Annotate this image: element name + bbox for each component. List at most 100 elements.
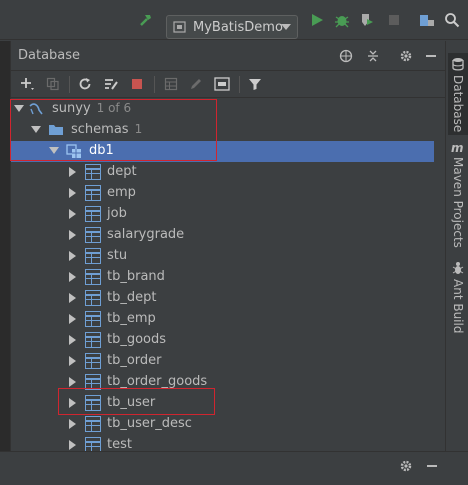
table-row[interactable]: tb_order bbox=[11, 351, 434, 372]
chevron-right-icon[interactable] bbox=[69, 230, 76, 240]
table-icon bbox=[85, 290, 101, 306]
database-icon bbox=[452, 58, 464, 71]
chevron-right-icon[interactable] bbox=[69, 251, 76, 261]
table-row[interactable]: stu bbox=[11, 246, 434, 267]
table-icon bbox=[85, 269, 101, 285]
table-icon bbox=[85, 164, 101, 180]
stop-icon[interactable] bbox=[384, 10, 404, 30]
table-icon bbox=[85, 353, 101, 369]
gear-icon[interactable] bbox=[396, 46, 416, 66]
refresh-icon[interactable] bbox=[75, 74, 95, 94]
filter-icon[interactable] bbox=[245, 74, 265, 94]
chevron-right-icon[interactable] bbox=[69, 314, 76, 324]
table-icon bbox=[85, 395, 101, 411]
table-row[interactable]: tb_order_goods bbox=[11, 372, 434, 393]
chevron-right-icon[interactable] bbox=[69, 398, 76, 408]
chevron-right-icon[interactable] bbox=[69, 209, 76, 219]
console-icon[interactable] bbox=[212, 74, 232, 94]
tab-maven-label: Maven Projects bbox=[451, 157, 465, 248]
chevron-right-icon[interactable] bbox=[69, 377, 76, 387]
table-row[interactable]: tb_user_desc bbox=[11, 414, 434, 435]
table-icon bbox=[85, 311, 101, 327]
chevron-down-icon bbox=[281, 24, 291, 30]
table-row[interactable]: tb_emp bbox=[11, 309, 434, 330]
table-icon bbox=[85, 332, 101, 348]
schema-icon bbox=[66, 144, 81, 158]
hammer-icon[interactable] bbox=[136, 10, 156, 30]
tab-ant-build[interactable]: Ant Build bbox=[448, 257, 468, 337]
schema-sync-icon[interactable] bbox=[101, 74, 121, 94]
panel-header: Database bbox=[11, 41, 445, 71]
table-name: emp bbox=[107, 185, 136, 200]
chevron-down-icon[interactable] bbox=[14, 105, 24, 112]
project-structure-icon[interactable] bbox=[417, 10, 437, 30]
panel-title: Database bbox=[18, 48, 81, 63]
table-row[interactable]: tb_brand bbox=[11, 267, 434, 288]
table-row[interactable]: emp bbox=[11, 183, 434, 204]
gear-icon[interactable] bbox=[396, 456, 416, 476]
table-row[interactable]: salarygrade bbox=[11, 225, 434, 246]
minimize-icon[interactable] bbox=[422, 456, 442, 476]
chevron-right-icon[interactable] bbox=[69, 335, 76, 345]
chevron-right-icon[interactable] bbox=[69, 188, 76, 198]
tab-maven-projects[interactable]: m Maven Projects bbox=[448, 137, 468, 252]
add-icon[interactable] bbox=[17, 74, 37, 94]
table-name: tb_order_goods bbox=[107, 374, 208, 389]
stop-icon[interactable] bbox=[127, 74, 147, 94]
table-row[interactable]: job bbox=[11, 204, 434, 225]
ant-icon bbox=[452, 262, 464, 274]
tab-database[interactable]: Database bbox=[448, 53, 468, 135]
chevron-down-icon[interactable] bbox=[31, 126, 41, 133]
tab-ant-label: Ant Build bbox=[451, 279, 465, 334]
table-name: job bbox=[107, 206, 127, 221]
maven-icon: m bbox=[451, 141, 464, 153]
table-editor-icon[interactable] bbox=[161, 74, 181, 94]
minimize-icon[interactable] bbox=[421, 46, 441, 66]
chevron-right-icon[interactable] bbox=[69, 272, 76, 282]
tree-node-datasource[interactable]: sunyy 1 of 6 bbox=[11, 99, 434, 120]
run-config-label: MyBatisDemo bbox=[193, 19, 283, 35]
table-row[interactable]: tb_goods bbox=[11, 330, 434, 351]
table-icon bbox=[85, 248, 101, 264]
chevron-down-icon[interactable] bbox=[49, 147, 59, 154]
editor-gutter bbox=[0, 41, 11, 451]
table-row[interactable]: tb_dept bbox=[11, 288, 434, 309]
edit-icon[interactable] bbox=[186, 74, 206, 94]
table-name: tb_goods bbox=[107, 332, 167, 347]
chevron-right-icon[interactable] bbox=[69, 293, 76, 303]
chevron-right-icon[interactable] bbox=[69, 440, 76, 450]
table-icon bbox=[85, 206, 101, 222]
database-panel: Database sunyy 1 of 6 schemas 1 db1 dept… bbox=[10, 41, 456, 453]
table-row[interactable]: tb_user bbox=[11, 393, 434, 414]
db1-label: db1 bbox=[89, 143, 114, 158]
mysql-datasource-icon bbox=[29, 103, 43, 115]
table-name: tb_order bbox=[107, 353, 162, 368]
table-name: stu bbox=[107, 248, 128, 263]
table-name: dept bbox=[107, 164, 137, 179]
table-icon bbox=[85, 185, 101, 201]
database-toolbar bbox=[11, 71, 445, 98]
copy-icon[interactable] bbox=[43, 74, 63, 94]
run-icon[interactable] bbox=[307, 10, 327, 30]
table-icon bbox=[85, 374, 101, 390]
tab-database-label: Database bbox=[451, 75, 465, 133]
globe-icon[interactable] bbox=[336, 46, 356, 66]
tree-node-db1[interactable]: db1 bbox=[11, 141, 434, 162]
table-name: test bbox=[107, 437, 132, 452]
table-name: tb_brand bbox=[107, 269, 165, 284]
chevron-right-icon[interactable] bbox=[69, 167, 76, 177]
table-name: tb_dept bbox=[107, 290, 157, 305]
table-name: tb_user bbox=[107, 395, 156, 410]
run-configuration-select[interactable]: MyBatisDemo bbox=[166, 15, 298, 39]
debug-icon[interactable] bbox=[332, 10, 352, 30]
table-name: salarygrade bbox=[107, 227, 185, 242]
collapse-icon[interactable] bbox=[363, 46, 383, 66]
tree-node-schemas[interactable]: schemas 1 bbox=[11, 120, 434, 141]
main-toolbar: MyBatisDemo bbox=[0, 0, 468, 40]
chevron-right-icon[interactable] bbox=[69, 419, 76, 429]
coverage-icon[interactable] bbox=[357, 10, 377, 30]
svg-text:m: m bbox=[451, 141, 464, 153]
chevron-right-icon[interactable] bbox=[69, 356, 76, 366]
search-icon[interactable] bbox=[442, 10, 462, 30]
table-row[interactable]: dept bbox=[11, 162, 434, 183]
